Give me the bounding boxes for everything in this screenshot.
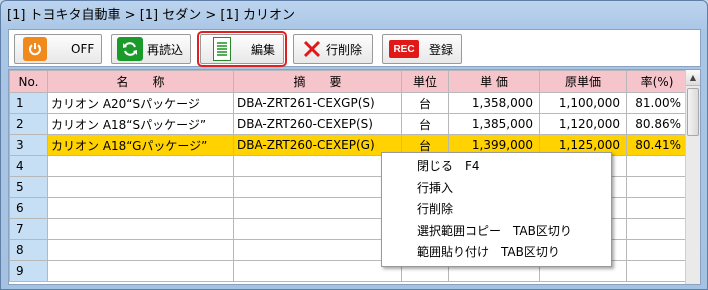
cell-rate[interactable]: 80.86% (626, 113, 688, 135)
window-title: [1] トヨキタ自動車 > [1] セダン > [1] カリオン (7, 8, 295, 23)
toolbar: OFF 再読込 編集 行削除 REC 登録 (8, 29, 701, 67)
reload-button-label: 再読込 (147, 42, 184, 57)
cell-name[interactable] (47, 260, 234, 282)
column-header-cost[interactable]: 原単価 (539, 70, 627, 93)
reload-button[interactable]: 再読込 (111, 34, 191, 64)
power-icon (23, 37, 47, 61)
scroll-up-arrow-icon[interactable]: ▲ (686, 70, 700, 86)
cell-spec[interactable] (233, 218, 402, 240)
row-number[interactable]: 3 (9, 134, 48, 156)
row-number[interactable]: 8 (9, 239, 48, 261)
document-edit-icon (213, 37, 231, 61)
cell-rate[interactable] (626, 260, 688, 282)
cell-spec[interactable] (233, 197, 402, 219)
edit-button-label: 編集 (251, 42, 276, 57)
cell-spec[interactable]: DBA-ZRT261-CEXGP(S) (233, 92, 402, 114)
cell-unit[interactable]: 台 (401, 113, 449, 135)
column-header-name[interactable]: 名 称 (47, 70, 234, 93)
edit-button[interactable]: 編集 (197, 31, 287, 67)
row-number[interactable]: 5 (9, 176, 48, 198)
reload-icon (117, 37, 143, 61)
cell-spec[interactable] (233, 239, 402, 261)
cell-rate[interactable] (626, 197, 688, 219)
cell-price[interactable]: 1,385,000 (448, 113, 540, 135)
cell-name[interactable] (47, 239, 234, 261)
column-header-no[interactable]: No. (9, 70, 48, 93)
cell-rate[interactable] (626, 239, 688, 261)
delete-x-icon (302, 38, 322, 60)
cell-name[interactable] (47, 197, 234, 219)
cell-price[interactable]: 1,358,000 (448, 92, 540, 114)
row-number[interactable]: 7 (9, 218, 48, 240)
menu-item-close[interactable]: 閉じる F4 (382, 156, 611, 178)
context-menu: 閉じる F4 行挿入 行削除 選択範囲コピー TAB区切り 範囲貼り付け TAB… (381, 152, 612, 267)
row-number[interactable]: 2 (9, 113, 48, 135)
column-header-spec[interactable]: 摘 要 (233, 70, 402, 93)
table-row[interactable]: 1 カリオン A20“Sパッケージ DBA-ZRT261-CEXGP(S) 台 … (9, 92, 688, 114)
cell-unit[interactable]: 台 (401, 92, 449, 114)
row-number[interactable]: 9 (9, 260, 48, 282)
off-button[interactable]: OFF (14, 34, 102, 64)
cell-rate[interactable]: 81.00% (626, 92, 688, 114)
register-button-label: 登録 (429, 42, 454, 57)
column-header-rate[interactable]: 率(%) (626, 70, 688, 93)
app-window: [1] トヨキタ自動車 > [1] セダン > [1] カリオン OFF 再読込… (0, 0, 708, 290)
cell-spec[interactable]: DBA-ZRT260-CEXEP(G) (233, 134, 402, 156)
table-row[interactable]: 2 カリオン A18“Sパッケージ” DBA-ZRT260-CEXEP(S) 台… (9, 113, 688, 135)
row-number[interactable]: 4 (9, 155, 48, 177)
register-button[interactable]: REC 登録 (382, 34, 462, 64)
cell-rate[interactable] (626, 218, 688, 240)
delete-row-button-label: 行削除 (326, 42, 363, 57)
cell-cost[interactable]: 1,120,000 (539, 113, 627, 135)
table-header-row: No. 名 称 摘 要 単位 単 価 原単価 率(%) (9, 70, 688, 93)
cell-rate[interactable] (626, 176, 688, 198)
menu-item-insert-row[interactable]: 行挿入 (382, 178, 611, 200)
cell-name[interactable] (47, 218, 234, 240)
rec-icon: REC (389, 40, 419, 58)
menu-item-paste-range[interactable]: 範囲貼り付け TAB区切り (382, 242, 611, 264)
row-number[interactable]: 6 (9, 197, 48, 219)
off-button-label: OFF (71, 42, 95, 56)
row-number[interactable]: 1 (9, 92, 48, 114)
cell-name[interactable] (47, 176, 234, 198)
menu-item-delete-row[interactable]: 行削除 (382, 199, 611, 221)
cell-spec[interactable] (233, 155, 402, 177)
cell-rate[interactable]: 80.41% (626, 134, 688, 156)
cell-cost[interactable]: 1,100,000 (539, 92, 627, 114)
cell-name[interactable]: カリオン A18“Gパッケージ” (47, 134, 234, 156)
cell-rate[interactable] (626, 155, 688, 177)
vertical-scrollbar[interactable]: ▲ (685, 70, 700, 284)
cell-spec[interactable] (233, 176, 402, 198)
column-header-unit[interactable]: 単位 (401, 70, 449, 93)
menu-item-copy-selection[interactable]: 選択範囲コピー TAB区切り (382, 221, 611, 243)
column-header-price[interactable]: 単 価 (448, 70, 540, 93)
cell-spec[interactable]: DBA-ZRT260-CEXEP(S) (233, 113, 402, 135)
cell-name[interactable]: カリオン A18“Sパッケージ” (47, 113, 234, 135)
cell-spec[interactable] (233, 260, 402, 282)
cell-name[interactable] (47, 155, 234, 177)
scrollbar-thumb[interactable] (687, 88, 699, 136)
delete-row-button[interactable]: 行削除 (293, 34, 373, 64)
cell-name[interactable]: カリオン A20“Sパッケージ (47, 92, 234, 114)
